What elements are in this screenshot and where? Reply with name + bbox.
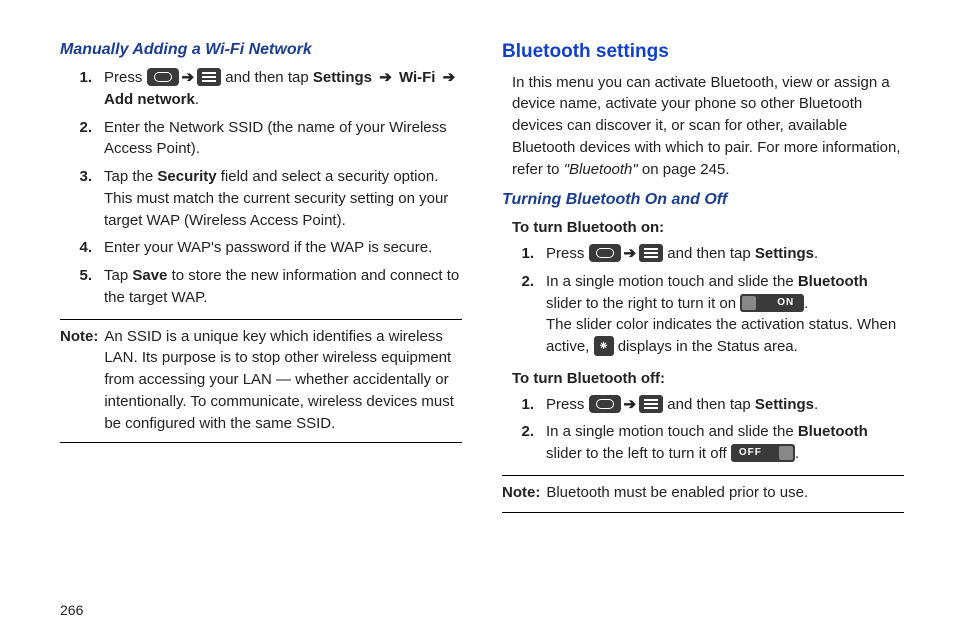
bluetooth-label: Bluetooth [798, 423, 868, 440]
step-number: 5. [60, 265, 104, 309]
add-network-label: Add network [104, 91, 195, 108]
text: Tap [104, 267, 132, 284]
heading-wifi: Manually Adding a Wi-Fi Network [60, 38, 462, 61]
note-bluetooth: Note: Bluetooth must be enabled prior to… [502, 482, 904, 504]
bt-on-steps: 1. Press ➔ and then tap Settings. 2. In … [502, 243, 904, 358]
toggle-on-icon: ON [740, 294, 804, 312]
toggle-off-icon: OFF [731, 444, 795, 462]
text: Press [104, 69, 147, 86]
right-column: Bluetooth settings In this menu you can … [502, 38, 904, 626]
menu-icon [639, 395, 663, 413]
step-body: Tap Save to store the new information an… [104, 265, 462, 309]
step-1: 1. Press ➔ and then tap Settings. [502, 394, 904, 416]
step-number: 2. [502, 421, 546, 465]
arrow-icon: ➔ [621, 396, 640, 413]
arrow-icon: ➔ [372, 69, 399, 86]
bluetooth-intro: In this menu you can activate Bluetooth,… [512, 72, 904, 181]
left-column: Manually Adding a Wi-Fi Network 1. Press… [60, 38, 462, 626]
text: Press [546, 245, 589, 262]
bt-off-label: To turn Bluetooth off: [512, 368, 904, 390]
text: Tap the [104, 168, 157, 185]
security-label: Security [157, 168, 216, 185]
divider [502, 512, 904, 513]
step-body: In a single motion touch and slide the B… [546, 421, 904, 465]
step-3: 3. Tap the Security field and select a s… [60, 166, 462, 231]
settings-label: Settings [755, 396, 814, 413]
heading-bt-onoff: Turning Bluetooth On and Off [502, 188, 904, 211]
note-label: Note: [502, 482, 546, 504]
note-label: Note: [60, 326, 104, 435]
arrow-icon: ➔ [179, 69, 198, 86]
bt-off-steps: 1. Press ➔ and then tap Settings. 2. In … [502, 394, 904, 465]
step-2: 2. In a single motion touch and slide th… [502, 271, 904, 358]
step-body: Press ➔ and then tap Settings. [546, 394, 904, 416]
home-icon [589, 244, 621, 262]
home-icon [147, 68, 179, 86]
text: . [804, 295, 808, 312]
heading-bluetooth: Bluetooth settings [502, 38, 904, 66]
step-1: 1. Press ➔ and then tap Settings. [502, 243, 904, 265]
divider [502, 475, 904, 476]
step-number: 3. [60, 166, 104, 231]
wifi-steps: 1. Press ➔ and then tap Settings ➔ Wi-Fi… [60, 67, 462, 309]
step-body: Tap the Security field and select a secu… [104, 166, 462, 231]
text: and then tap [663, 245, 755, 262]
save-label: Save [132, 267, 167, 284]
step-body: Enter your WAP's password if the WAP is … [104, 237, 462, 259]
text: . [814, 245, 818, 262]
step-number: 1. [502, 394, 546, 416]
arrow-icon: ➔ [621, 245, 640, 262]
manual-page: Manually Adding a Wi-Fi Network 1. Press… [0, 0, 954, 636]
arrow-icon: ➔ [440, 69, 459, 86]
step-4: 4. Enter your WAP's password if the WAP … [60, 237, 462, 259]
step-2: 2. Enter the Network SSID (the name of y… [60, 117, 462, 161]
settings-label: Settings [755, 245, 814, 262]
step-body: Press ➔ and then tap Settings. [546, 243, 904, 265]
step-number: 1. [60, 67, 104, 111]
text: . [195, 91, 199, 108]
text: . [814, 396, 818, 413]
toggle-off-text: OFF [739, 446, 762, 461]
bluetooth-icon: ⁕ [594, 336, 614, 356]
step-number: 2. [502, 271, 546, 358]
divider [60, 442, 462, 443]
page-number: 266 [60, 602, 83, 618]
text: In a single motion touch and slide the [546, 273, 798, 290]
toggle-on-text: ON [777, 296, 794, 311]
note-ssid: Note: An SSID is a unique key which iden… [60, 326, 462, 435]
home-icon [589, 395, 621, 413]
step-number: 1. [502, 243, 546, 265]
text: slider to the right to turn it on [546, 295, 740, 312]
step-number: 2. [60, 117, 104, 161]
divider [60, 319, 462, 320]
text: and then tap [221, 69, 313, 86]
text: and then tap [663, 396, 755, 413]
step-1: 1. Press ➔ and then tap Settings ➔ Wi-Fi… [60, 67, 462, 111]
bluetooth-label: Bluetooth [798, 273, 868, 290]
text: slider to the left to turn it off [546, 445, 731, 462]
wifi-label: Wi-Fi [399, 69, 440, 86]
step-number: 4. [60, 237, 104, 259]
note-body: Bluetooth must be enabled prior to use. [546, 482, 904, 504]
text: on page 245. [638, 161, 730, 178]
step-body: Enter the Network SSID (the name of your… [104, 117, 462, 161]
menu-icon [639, 244, 663, 262]
step-5: 5. Tap Save to store the new information… [60, 265, 462, 309]
bt-on-label: To turn Bluetooth on: [512, 217, 904, 239]
text: displays in the Status area. [614, 338, 798, 355]
step-body: In a single motion touch and slide the B… [546, 271, 904, 358]
text: In a single motion touch and slide the [546, 423, 798, 440]
text: . [795, 445, 799, 462]
text: Press [546, 396, 589, 413]
settings-label: Settings [313, 69, 372, 86]
note-body: An SSID is a unique key which identifies… [104, 326, 462, 435]
reference: "Bluetooth" [564, 161, 638, 178]
step-2: 2. In a single motion touch and slide th… [502, 421, 904, 465]
step-body: Press ➔ and then tap Settings ➔ Wi-Fi ➔ … [104, 67, 462, 111]
menu-icon [197, 68, 221, 86]
